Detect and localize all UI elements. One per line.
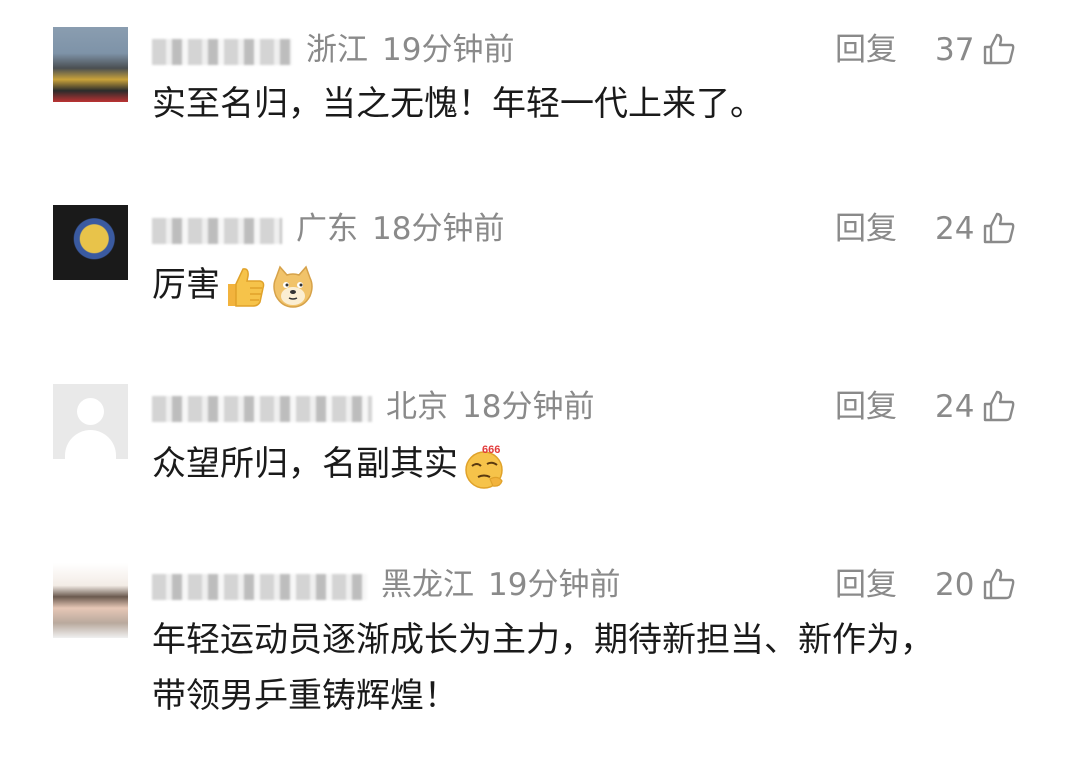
timestamp: 18分钟前 [372,211,505,247]
username-blurred[interactable] [152,38,292,65]
like-count: 24 [935,211,975,247]
comment-text-line: 年轻运动员逐渐成长为主力，期待新担当、新作为， [152,620,934,660]
timestamp: 19分钟前 [382,32,515,68]
thumbs-up-emoji-icon [228,267,265,307]
comment-text-line: 带领男乒重铸辉煌！ [152,676,458,716]
thumbs-up-icon [984,390,1015,421]
like-count: 24 [935,389,975,425]
location-label: 北京 [386,389,448,425]
username-blurred[interactable] [152,217,282,244]
username-blurred[interactable] [152,395,372,422]
like-button[interactable]: 20 [935,563,1016,607]
thumbs-up-icon [984,33,1015,64]
default-avatar-head [77,398,104,425]
comment-text: 年轻运动员逐渐成长为主力，期待新担当、新作为， 带领男乒重铸辉煌！ [152,612,1032,724]
avatar[interactable] [53,384,128,459]
timestamp: 18分钟前 [462,389,595,425]
reply-button[interactable]: 回复 [835,28,897,72]
like-button[interactable]: 24 [935,207,1016,251]
timestamp: 19分钟前 [488,567,621,603]
comment-meta: 浙江 19分钟前 [152,28,514,72]
svg-text:666: 666 [482,444,500,456]
comment-meta: 北京 18分钟前 [152,385,594,429]
default-avatar-body [65,430,116,459]
reply-button[interactable]: 回复 [835,385,897,429]
comment-text-body: 厉害 [152,265,220,305]
comment-meta: 黑龙江 19分钟前 [152,563,620,607]
thumbs-up-icon [984,568,1015,599]
avatar[interactable] [53,563,128,638]
comment-meta: 广东 18分钟前 [152,207,504,251]
comment-text: 众望所归，名副其实 666 [152,436,1032,492]
like-count: 20 [935,567,975,603]
avatar[interactable] [53,27,128,102]
like-count: 37 [935,32,975,68]
username-blurred[interactable] [152,573,367,600]
reply-button[interactable]: 回复 [835,207,897,251]
doge-emoji-icon [273,265,313,308]
reply-button[interactable]: 回复 [835,563,897,607]
thumbs-up-icon [984,212,1015,243]
666-thinking-emoji-icon: 666 [465,444,503,489]
location-label: 广东 [296,211,358,247]
like-button[interactable]: 37 [935,28,1016,72]
avatar[interactable] [53,205,128,280]
like-button[interactable]: 24 [935,385,1016,429]
location-label: 黑龙江 [381,567,474,603]
comment-text-body: 众望所归，名副其实 [152,444,458,484]
location-label: 浙江 [306,32,368,68]
comment-text: 实至名归，当之无愧！年轻一代上来了。 [152,84,764,124]
comment-text: 厉害 [152,257,1032,313]
